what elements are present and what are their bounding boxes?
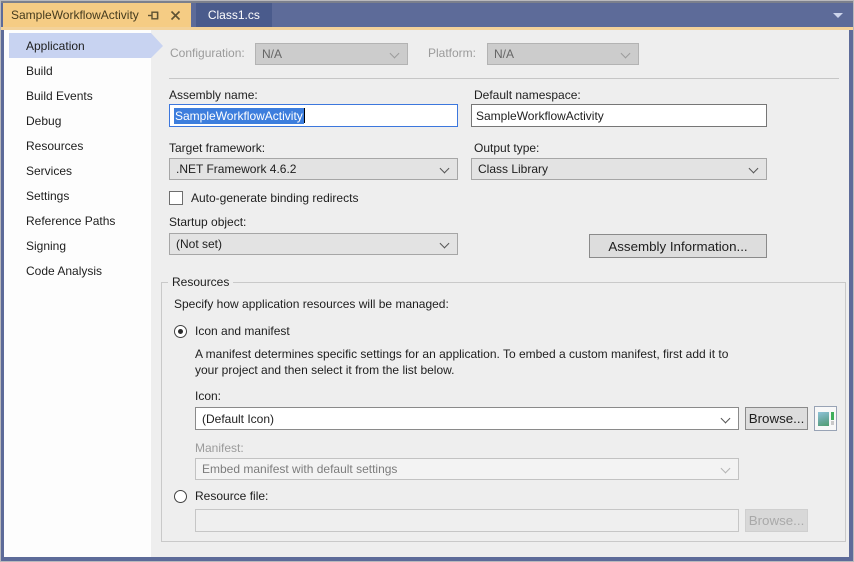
output-type-select[interactable]: Class Library (471, 158, 767, 180)
chevron-down-icon (621, 49, 631, 59)
chevron-down-icon (721, 464, 731, 474)
icon-preview-image (814, 406, 837, 431)
default-icon-thumbnail (818, 412, 829, 426)
nav-item-application[interactable]: Application (9, 33, 151, 58)
tab-class1-cs[interactable]: Class1.cs (196, 3, 272, 27)
resources-intro-text: Specify how application resources will b… (174, 297, 449, 311)
nav-item-signing[interactable]: Signing (4, 233, 151, 258)
assembly-name-label: Assembly name: (169, 88, 258, 102)
project-properties-window: SampleWorkflowActivity Class1.cs Applica… (0, 0, 854, 562)
auto-generate-binding-redirects-row: Auto-generate binding redirects (169, 191, 358, 205)
tab-label: SampleWorkflowActivity (11, 8, 139, 22)
nav-item-settings[interactable]: Settings (4, 183, 151, 208)
properties-nav-pane: Application Build Build Events Debug Res… (4, 30, 151, 557)
output-type-label: Output type: (474, 141, 539, 155)
startup-object-select[interactable]: (Not set) (169, 233, 458, 255)
nav-item-code-analysis[interactable]: Code Analysis (4, 258, 151, 283)
resource-file-label: Resource file: (195, 489, 268, 503)
configuration-label: Configuration: (170, 46, 245, 60)
nav-list: Application Build Build Events Debug Res… (4, 30, 151, 283)
pin-icon[interactable] (147, 8, 161, 22)
nav-item-services[interactable]: Services (4, 158, 151, 183)
chevron-down-icon (390, 49, 400, 59)
tab-label: Class1.cs (208, 8, 260, 22)
icon-label: Icon: (195, 389, 221, 403)
platform-label: Platform: (428, 46, 476, 60)
application-settings-pane: Configuration: N/A Platform: N/A Assembl… (151, 30, 849, 557)
manifest-label: Manifest: (195, 441, 244, 455)
default-namespace-input[interactable]: SampleWorkflowActivity (471, 104, 767, 127)
nav-item-reference-paths[interactable]: Reference Paths (4, 208, 151, 233)
nav-item-resources[interactable]: Resources (4, 133, 151, 158)
resources-groupbox: Resources Specify how application resour… (161, 282, 846, 542)
resource-file-input (195, 509, 739, 532)
resource-file-row: Resource file: (174, 489, 268, 503)
assembly-information-button[interactable]: Assembly Information... (589, 234, 767, 258)
chevron-down-icon (749, 164, 759, 174)
icon-and-manifest-label: Icon and manifest (195, 324, 290, 338)
icon-browse-button[interactable]: Browse... (745, 407, 808, 430)
close-icon[interactable] (169, 8, 183, 22)
section-separator (169, 78, 839, 79)
target-framework-label: Target framework: (169, 141, 265, 155)
chevron-down-icon (440, 164, 450, 174)
auto-generate-label: Auto-generate binding redirects (191, 191, 358, 205)
manifest-help-text: A manifest determines specific settings … (195, 346, 728, 378)
platform-select: N/A (487, 43, 639, 65)
icon-and-manifest-radio[interactable] (174, 325, 187, 338)
document-tab-strip: SampleWorkflowActivity Class1.cs (2, 3, 852, 27)
chevron-down-icon (440, 239, 450, 249)
startup-object-label: Startup object: (169, 215, 246, 229)
nav-item-build[interactable]: Build (4, 58, 151, 83)
nav-item-build-events[interactable]: Build Events (4, 83, 151, 108)
resource-file-browse-button: Browse... (745, 509, 808, 532)
default-namespace-label: Default namespace: (474, 88, 581, 102)
manifest-select: Embed manifest with default settings (195, 458, 739, 480)
resource-file-radio[interactable] (174, 490, 187, 503)
chevron-down-icon (721, 414, 731, 424)
configuration-select: N/A (255, 43, 408, 65)
tab-list-dropdown-icon[interactable] (833, 13, 843, 18)
assembly-name-input[interactable]: SampleWorkflowActivity (169, 104, 458, 127)
target-framework-select[interactable]: .NET Framework 4.6.2 (169, 158, 458, 180)
icon-and-manifest-row: Icon and manifest (174, 324, 290, 338)
icon-combobox[interactable]: (Default Icon) (195, 407, 739, 430)
tab-sampleworkflowactivity[interactable]: SampleWorkflowActivity (3, 3, 191, 27)
auto-generate-checkbox[interactable] (169, 191, 183, 205)
selected-text: SampleWorkflowActivity (174, 108, 304, 124)
text-caret (304, 108, 305, 123)
resources-group-title: Resources (168, 275, 233, 289)
nav-item-debug[interactable]: Debug (4, 108, 151, 133)
